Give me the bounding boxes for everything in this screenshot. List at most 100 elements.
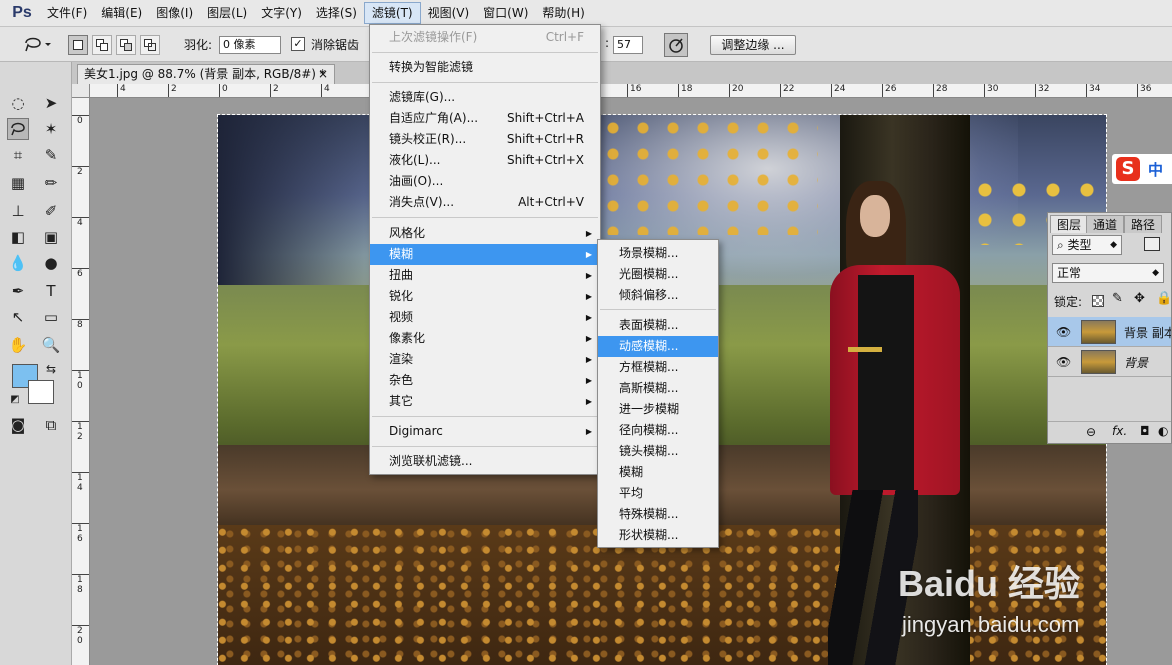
subtract-selection-button[interactable] <box>116 35 136 55</box>
lock-move-icon[interactable]: ✥ <box>1134 291 1145 306</box>
lock-brush-icon[interactable]: ✎ <box>1112 291 1123 306</box>
lock-transparent-icon[interactable] <box>1092 295 1104 307</box>
width-input[interactable]: 57 <box>613 36 643 54</box>
submenu-item-field-blur[interactable]: 场景模糊... <box>598 243 718 264</box>
clone-stamp-icon[interactable]: ⊥ <box>7 200 29 222</box>
menu-help[interactable]: 帮助(H) <box>535 2 591 24</box>
menu-select[interactable]: 选择(S) <box>309 2 364 24</box>
document-tab[interactable]: 美女1.jpg @ 88.7% (背景 副本, RGB/8#) * × <box>77 64 335 84</box>
menu-item-convert-smart-filter[interactable]: 转换为智能滤镜 <box>370 57 600 78</box>
submenu-item-blur-more[interactable]: 进一步模糊 <box>598 399 718 420</box>
background-color-swatch[interactable] <box>28 380 54 404</box>
brush-tool-icon[interactable]: ✏ <box>40 172 62 194</box>
menu-item-oil-paint[interactable]: 油画(O)... <box>370 171 600 192</box>
blur-tool-icon[interactable]: 💧 <box>7 252 29 274</box>
tab-paths[interactable]: 路径 <box>1124 215 1163 233</box>
dodge-tool-icon[interactable]: ● <box>40 252 62 274</box>
ime-indicator[interactable]: S 中 <box>1112 154 1172 184</box>
submenu-item-box-blur[interactable]: 方框模糊... <box>598 357 718 378</box>
menu-item-blur[interactable]: 模糊 ▶ <box>370 244 600 265</box>
crop-tool-icon[interactable]: ⌗ <box>7 144 29 166</box>
eye-icon[interactable]: 👁 <box>1056 355 1071 369</box>
submenu-item-lens-blur[interactable]: 镜头模糊... <box>598 441 718 462</box>
history-brush-icon[interactable]: ✐ <box>40 200 62 222</box>
submenu-item-shape-blur[interactable]: 形状模糊... <box>598 525 718 546</box>
gradient-icon[interactable]: ▣ <box>40 226 62 248</box>
menu-item-digimarc[interactable]: Digimarc ▶ <box>370 421 600 442</box>
submenu-item-tilt-shift[interactable]: 倾斜偏移... <box>598 285 718 306</box>
menu-view[interactable]: 视图(V) <box>421 2 477 24</box>
refine-edge-button[interactable]: 调整边缘 ... <box>710 35 796 55</box>
menu-item-vanishing-point[interactable]: 消失点(V)... Alt+Ctrl+V <box>370 192 600 213</box>
magic-wand-icon[interactable]: ✶ <box>40 118 62 140</box>
submenu-item-average[interactable]: 平均 <box>598 483 718 504</box>
lasso-preset-icon[interactable] <box>20 33 52 55</box>
menu-type[interactable]: 文字(Y) <box>254 2 309 24</box>
tab-layers[interactable]: 图层 <box>1050 215 1089 233</box>
add-selection-button[interactable] <box>92 35 112 55</box>
menu-item-video[interactable]: 视频 ▶ <box>370 307 600 328</box>
blend-mode-select[interactable]: 正常 ◆ <box>1052 263 1164 283</box>
submenu-item-gaussian-blur[interactable]: 高斯模糊... <box>598 378 718 399</box>
new-selection-button[interactable] <box>68 35 88 55</box>
image-filter-icon[interactable] <box>1144 237 1160 251</box>
menu-item-render[interactable]: 渲染 ▶ <box>370 349 600 370</box>
swap-colors-icon[interactable]: ⇆ <box>40 358 62 380</box>
menu-item-noise[interactable]: 杂色 ▶ <box>370 370 600 391</box>
submenu-item-smart-blur[interactable]: 特殊模糊... <box>598 504 718 525</box>
menu-layer[interactable]: 图层(L) <box>200 2 254 24</box>
tab-channels[interactable]: 通道 <box>1086 215 1125 233</box>
menu-item-sharpen[interactable]: 锐化 ▶ <box>370 286 600 307</box>
layer-row[interactable]: 👁 背景 副本 <box>1048 317 1171 347</box>
screen-mode-icon[interactable]: ⧉ <box>40 414 62 436</box>
lasso-tool-icon[interactable] <box>7 118 29 140</box>
menu-window[interactable]: 窗口(W) <box>476 2 535 24</box>
eraser-icon[interactable]: ◧ <box>7 226 29 248</box>
menu-image[interactable]: 图像(I) <box>149 2 200 24</box>
eye-icon[interactable]: 👁 <box>1056 325 1071 339</box>
adjustment-icon[interactable]: ◐ <box>1158 424 1168 438</box>
lock-all-icon[interactable]: 🔒 <box>1156 291 1171 306</box>
healing-brush-icon[interactable]: ▦ <box>7 172 29 194</box>
intersect-selection-button[interactable] <box>140 35 160 55</box>
layer-filter-select[interactable]: ⌕ 类型 ◆ <box>1052 235 1122 255</box>
menu-item-distort[interactable]: 扭曲 ▶ <box>370 265 600 286</box>
move-tool-icon[interactable]: ➤ <box>40 92 62 114</box>
menu-item-pixelate[interactable]: 像素化 ▶ <box>370 328 600 349</box>
type-tool-icon[interactable]: T <box>40 280 62 302</box>
submenu-item-surface-blur[interactable]: 表面模糊... <box>598 315 718 336</box>
submenu-item-blur[interactable]: 模糊 <box>598 462 718 483</box>
menu-item-filter-gallery[interactable]: 滤镜库(G)... <box>370 87 600 108</box>
menu-item-browse-online-filters[interactable]: 浏览联机滤镜... <box>370 451 600 472</box>
submenu-item-iris-blur[interactable]: 光圈模糊... <box>598 264 718 285</box>
layer-row[interactable]: 👁 背景 <box>1048 347 1171 377</box>
pen-tool-icon[interactable]: ✒ <box>7 280 29 302</box>
pressure-button[interactable] <box>664 33 688 57</box>
menu-item-other[interactable]: 其它 ▶ <box>370 391 600 412</box>
hand-tool-icon[interactable]: ✋ <box>7 334 29 356</box>
menu-item-liquify[interactable]: 液化(L)... Shift+Ctrl+X <box>370 150 600 171</box>
close-icon[interactable]: × <box>318 65 328 83</box>
menu-item-label: 浏览联机滤镜... <box>389 454 473 468</box>
marquee-tool-icon[interactable]: ◌ <box>7 92 29 114</box>
menu-item-lens-correction[interactable]: 镜头校正(R)... Shift+Ctrl+R <box>370 129 600 150</box>
menu-file[interactable]: 文件(F) <box>40 2 94 24</box>
submenu-item-radial-blur[interactable]: 径向模糊... <box>598 420 718 441</box>
eyedropper-icon[interactable]: ✎ <box>40 144 62 166</box>
antialias-checkbox[interactable]: ✓ <box>291 37 305 51</box>
path-select-icon[interactable]: ↖ <box>7 306 29 328</box>
menu-item-last-filter[interactable]: 上次滤镜操作(F) Ctrl+F <box>370 27 600 48</box>
zoom-tool-icon[interactable]: 🔍 <box>40 334 62 356</box>
quick-mask-icon[interactable]: ◙ <box>7 414 29 436</box>
rectangle-tool-icon[interactable]: ▭ <box>40 306 62 328</box>
link-icon[interactable]: ⊖ <box>1086 425 1096 439</box>
mask-icon[interactable]: ◘ <box>1140 424 1150 438</box>
menu-edit[interactable]: 编辑(E) <box>94 2 149 24</box>
fx-icon[interactable]: fx. <box>1112 424 1127 438</box>
menu-item-stylize[interactable]: 风格化 ▶ <box>370 223 600 244</box>
menu-item-adaptive-wide-angle[interactable]: 自适应广角(A)... Shift+Ctrl+A <box>370 108 600 129</box>
default-colors-icon[interactable]: ◩ <box>4 388 26 410</box>
submenu-item-motion-blur[interactable]: 动感模糊... <box>598 336 718 357</box>
feather-input[interactable]: 0 像素 <box>219 36 281 54</box>
menu-filter[interactable]: 滤镜(T) <box>363 2 421 24</box>
